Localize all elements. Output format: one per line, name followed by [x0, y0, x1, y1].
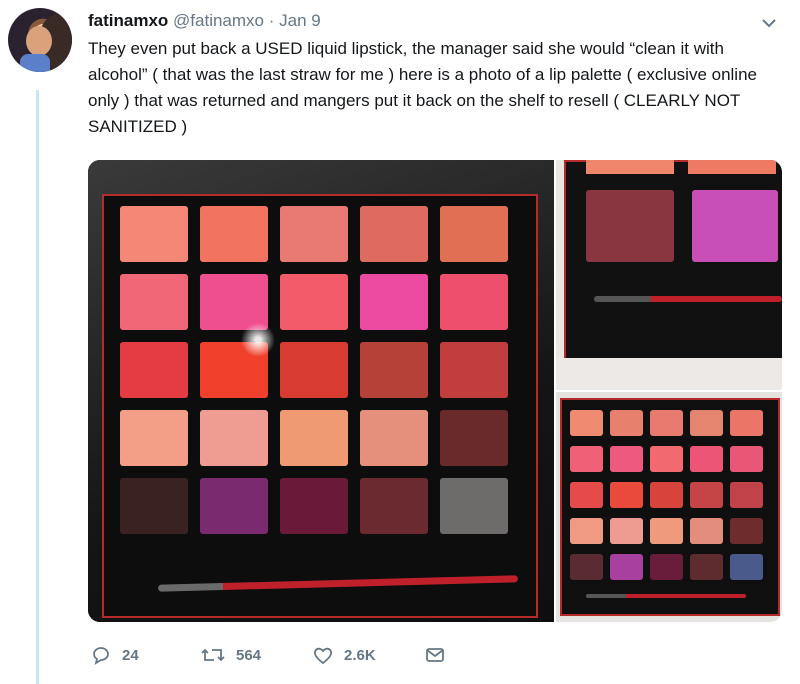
palette-pan	[120, 478, 188, 534]
retweet-icon	[201, 648, 225, 662]
overview-pan	[610, 446, 643, 472]
overview-pan	[570, 482, 603, 508]
palette-pan	[440, 410, 508, 466]
overview-pan	[650, 446, 683, 472]
avatar[interactable]	[8, 8, 72, 72]
user-handle[interactable]: @fatinamxo	[173, 11, 264, 30]
palette-pan	[120, 410, 188, 466]
overview-pan	[690, 482, 723, 508]
reply-icon	[93, 647, 109, 665]
palette-pan	[440, 206, 508, 262]
overview-pan	[690, 446, 723, 472]
overview-pan	[610, 410, 643, 436]
display-name[interactable]: fatinamxo	[88, 11, 168, 30]
avatar-shirt	[20, 54, 50, 72]
palette-pan	[280, 478, 348, 534]
overview-pan	[730, 446, 763, 472]
palette-pan	[200, 410, 268, 466]
overview-pan	[610, 518, 643, 544]
avatar-face	[26, 26, 52, 56]
palette-pan	[360, 274, 428, 330]
palette-pan	[200, 478, 268, 534]
reply-button[interactable]: 24	[90, 642, 139, 668]
retweet-button[interactable]: 564	[200, 642, 261, 668]
palette-pan	[360, 206, 428, 262]
palette-pan	[440, 274, 508, 330]
closeup-brush	[594, 296, 782, 302]
direct-message-button[interactable]	[424, 642, 456, 668]
overview-brush	[586, 594, 746, 598]
reply-count: 24	[122, 646, 139, 664]
closeup-used-pan	[586, 190, 674, 262]
palette-pan	[360, 410, 428, 466]
palette-pan	[280, 342, 348, 398]
overview-pan	[730, 410, 763, 436]
photo-main-palette[interactable]	[88, 160, 554, 622]
photo-palette-closeup[interactable]	[556, 160, 782, 390]
overview-pan	[610, 554, 643, 580]
overview-pan	[690, 518, 723, 544]
overview-pan	[650, 482, 683, 508]
closeup-surface	[556, 358, 782, 390]
retweet-count: 564	[236, 646, 262, 664]
palette-pan	[280, 274, 348, 330]
overview-pan	[730, 518, 763, 544]
palette-pan	[360, 342, 428, 398]
palette-pan	[280, 410, 348, 466]
light-glare	[238, 320, 278, 360]
tweet-date[interactable]: Jan 9	[279, 11, 321, 30]
palette-pan	[200, 206, 268, 262]
tweet-header: fatinamxo @fatinamxo · Jan 9	[88, 10, 321, 32]
palette-pan	[120, 206, 188, 262]
overview-pan	[570, 446, 603, 472]
overview-pan	[570, 410, 603, 436]
overview-pan	[690, 554, 723, 580]
separator-dot: ·	[268, 11, 275, 30]
direct-message-icon	[426, 648, 444, 662]
tweet-text: They even put back a USED liquid lipstic…	[88, 39, 757, 136]
overview-pan	[730, 554, 763, 580]
thread-line	[36, 90, 39, 684]
overview-pan	[570, 518, 603, 544]
palette-pan	[440, 342, 508, 398]
overview-pan	[650, 554, 683, 580]
like-button[interactable]: 2.6K	[312, 642, 376, 668]
chevron-down-icon[interactable]	[760, 14, 778, 32]
closeup-pan-top-left	[586, 160, 674, 174]
like-count: 2.6K	[344, 646, 376, 664]
palette-pan	[360, 478, 428, 534]
overview-pan	[570, 554, 603, 580]
overview-pan	[650, 518, 683, 544]
overview-pan	[690, 410, 723, 436]
palette-pan	[280, 206, 348, 262]
photo-palette-overview[interactable]	[556, 392, 782, 622]
overview-pan	[610, 482, 643, 508]
palette-pan	[120, 342, 188, 398]
palette-pan	[120, 274, 188, 330]
palette-pan	[440, 478, 508, 534]
closeup-pan-magenta	[692, 190, 778, 262]
closeup-pan-top-right	[688, 160, 776, 174]
overview-pan	[650, 410, 683, 436]
like-icon	[314, 647, 332, 665]
overview-pan	[730, 482, 763, 508]
